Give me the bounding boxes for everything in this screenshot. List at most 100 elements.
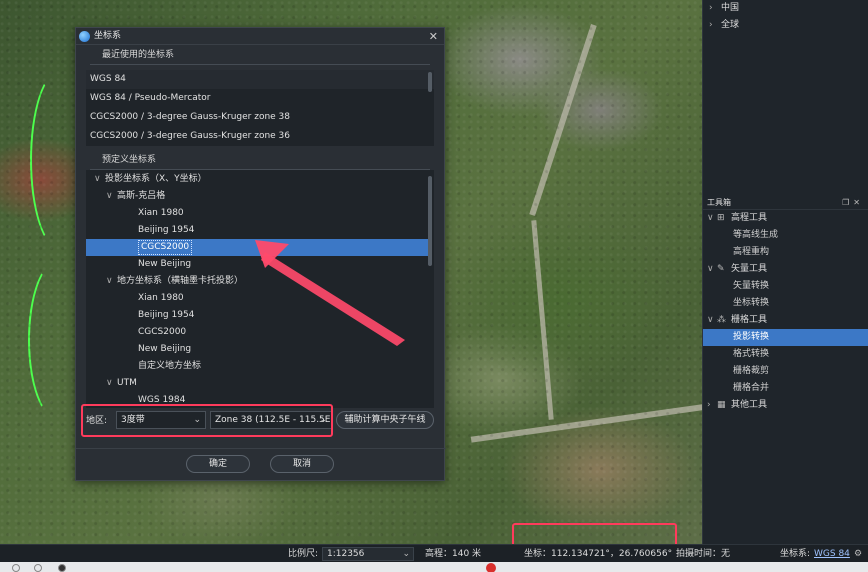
crs-tree-item[interactable]: CGCS2000 xyxy=(86,324,428,341)
coordinate-readout: 坐标：112.134721°，26.760656° xyxy=(524,549,673,559)
close-icon[interactable]: ✕ xyxy=(429,28,438,45)
band-select[interactable]: 3度带 ⌄ xyxy=(116,411,206,429)
close-icon[interactable]: ✕ xyxy=(853,198,864,207)
zone-label: 地区: xyxy=(86,416,108,426)
crs-tree-label: New Beijing xyxy=(138,259,192,269)
cancel-button[interactable]: 取消 xyxy=(270,455,334,473)
crs-tree-item[interactable]: ∨ 高斯-克吕格 xyxy=(86,188,428,205)
recent-crs-item[interactable]: CGCS2000 / 3-degree Gauss-Kruger zone 38 xyxy=(86,108,434,127)
crs-tree-item[interactable]: Xian 1980 xyxy=(86,205,428,222)
crs-tree-item[interactable]: ∨ 投影坐标系（X、Y坐标） xyxy=(86,171,428,188)
chevron-down-icon: ∨ xyxy=(707,315,714,325)
toolbox-item[interactable]: 坐标转换 xyxy=(703,295,868,312)
shot-time-readout: 拍摄时间：无 xyxy=(676,549,731,559)
zone-settings-row: 地区: 3度带 ⌄ Zone 38 (112.5E - 115.5E) ⌄ 辅助… xyxy=(84,409,436,431)
chevron-down-icon: ∨ xyxy=(106,378,113,388)
region-tree-item[interactable]: › 中国 xyxy=(703,0,868,17)
chevron-down-icon: ⌄ xyxy=(402,549,410,559)
crs-tree-label: Xian 1980 xyxy=(138,293,184,303)
chevron-down-icon: ∨ xyxy=(707,264,714,274)
recent-scrollbar[interactable] xyxy=(428,72,432,92)
chevron-down-icon: ∨ xyxy=(94,174,101,184)
crs-tree-item[interactable]: New Beijing xyxy=(86,256,428,273)
app-logo-icon xyxy=(79,31,90,42)
crs-tree-item[interactable]: WGS 1984 xyxy=(86,392,428,409)
toolbox-item[interactable]: 格式转换 xyxy=(703,346,868,363)
dialog-title: 坐标系 xyxy=(94,31,122,41)
restore-icon[interactable]: ❐ xyxy=(842,198,853,207)
taskbar-icon[interactable] xyxy=(58,564,66,572)
crs-tree-item[interactable]: Beijing 1954 xyxy=(86,222,428,239)
toolbox-item[interactable]: 栅格裁剪 xyxy=(703,363,868,380)
status-bar: 比例尺: 1:12356 ⌄ 高程：140 米 坐标：112.134721°，2… xyxy=(0,544,868,562)
crs-tree-label: CGCS2000 xyxy=(138,327,187,337)
chevron-down-icon: ∨ xyxy=(106,276,113,286)
crs-tree-label: CGCS2000 xyxy=(138,240,193,255)
toolbox-header: 工具箱 ❐✕ xyxy=(703,196,868,210)
crs-tree-label: New Beijing xyxy=(138,344,192,354)
crs-tree-item[interactable]: 自定义地方坐标 xyxy=(86,358,428,375)
crs-tree-label: 高斯-克吕格 xyxy=(117,191,166,201)
taskbar-strip xyxy=(0,562,868,572)
crs-tree-item[interactable]: ∨ UTM xyxy=(86,375,428,392)
toolbox-title: 工具箱 xyxy=(707,198,731,207)
toolbox-group-raster[interactable]: ∨ ⁂ 栅格工具 xyxy=(703,312,868,329)
recent-crs-item[interactable]: CGCS2000 / 3-degree Gauss-Kruger zone 36 xyxy=(86,127,434,146)
crs-tree-label: Beijing 1954 xyxy=(138,310,195,320)
crs-link[interactable]: WGS 84 xyxy=(814,545,850,563)
chevron-down-icon: ⌄ xyxy=(319,415,327,425)
pen-icon: ✎ xyxy=(717,264,725,274)
elevation-readout: 高程：140 米 xyxy=(425,549,482,559)
crs-tree-label: 自定义地方坐标 xyxy=(138,361,202,371)
zone-select[interactable]: Zone 38 (112.5E - 115.5E) ⌄ xyxy=(210,411,332,429)
calc-central-meridian-button[interactable]: 辅助计算中央子午线 xyxy=(336,411,434,429)
chevron-right-icon: › xyxy=(709,20,713,30)
taskbar-icon[interactable] xyxy=(12,564,20,572)
coordinate-system-dialog: 坐标系 ✕ 最近使用的坐标系 WGS 84 WGS 84 / Pseudo-Me… xyxy=(75,27,446,481)
toolbox-group-vector[interactable]: ∨ ✎ 矢量工具 xyxy=(703,261,868,278)
recent-section-title: 最近使用的坐标系 xyxy=(76,45,444,65)
taskbar-icon[interactable] xyxy=(34,564,42,572)
terrain-icon: ⊞ xyxy=(717,213,725,223)
crs-tree-item-selected[interactable]: CGCS2000 xyxy=(86,239,428,256)
chevron-down-icon: ∨ xyxy=(707,213,714,223)
toolbox-group-other[interactable]: › ▦ 其他工具 xyxy=(703,397,868,414)
crs-tree-item[interactable]: Beijing 1954 xyxy=(86,307,428,324)
notification-icon[interactable] xyxy=(486,563,496,572)
toolbox-group-elevation[interactable]: ∨ ⊞ 高程工具 xyxy=(703,210,868,227)
scale-label: 比例尺: xyxy=(288,549,319,559)
recent-crs-item[interactable]: WGS 84 xyxy=(86,70,434,89)
crs-tree-label: 投影坐标系（X、Y坐标） xyxy=(105,174,207,184)
crs-tree-item[interactable]: New Beijing xyxy=(86,341,428,358)
crs-tree-item[interactable]: Xian 1980 xyxy=(86,290,428,307)
predefined-scrollbar[interactable] xyxy=(428,176,432,266)
recent-crs-item[interactable]: WGS 84 / Pseudo-Mercator xyxy=(86,89,434,108)
crs-tree-label: Beijing 1954 xyxy=(138,225,195,235)
dialog-titlebar: 坐标系 ✕ xyxy=(76,28,444,45)
toolbox-item[interactable]: 高程重构 xyxy=(703,244,868,261)
predefined-crs-tree: ∨ 投影坐标系（X、Y坐标） ∨ 高斯-克吕格 Xian 1980 Beijing 195… xyxy=(86,171,428,409)
scale-select[interactable]: 1:12356 ⌄ xyxy=(322,547,414,561)
toolbox-item[interactable]: 等高线生成 xyxy=(703,227,868,244)
chevron-right-icon: › xyxy=(709,3,713,13)
grid-icon: ▦ xyxy=(717,400,726,410)
map-road xyxy=(470,403,710,443)
crs-tree-label: UTM xyxy=(117,378,137,388)
crs-tree-label: 地方坐标系（横轴墨卡托投影） xyxy=(117,276,244,286)
map-road xyxy=(531,220,554,420)
crs-tree-item[interactable]: ∨ 地方坐标系（横轴墨卡托投影） xyxy=(86,273,428,290)
raster-icon: ⁂ xyxy=(717,315,726,325)
predefined-section-title: 预定义坐标系 xyxy=(86,150,434,170)
chevron-right-icon: › xyxy=(707,400,711,410)
map-road xyxy=(529,23,597,217)
region-tree-item[interactable]: › 全球 xyxy=(703,17,868,34)
dialog-footer: 确定 取消 xyxy=(76,448,446,478)
toolbox-item-active[interactable]: 投影转换 xyxy=(703,329,868,346)
ok-button[interactable]: 确定 xyxy=(186,455,250,473)
crs-tree-label: Xian 1980 xyxy=(138,208,184,218)
gear-icon[interactable]: ⚙ xyxy=(854,545,862,563)
toolbox-item[interactable]: 栅格合并 xyxy=(703,380,868,397)
toolbox-item[interactable]: 矢量转换 xyxy=(703,278,868,295)
region-tree-panel: › 中国 › 全球 xyxy=(702,0,868,196)
crs-label: 坐标系: xyxy=(780,549,811,559)
